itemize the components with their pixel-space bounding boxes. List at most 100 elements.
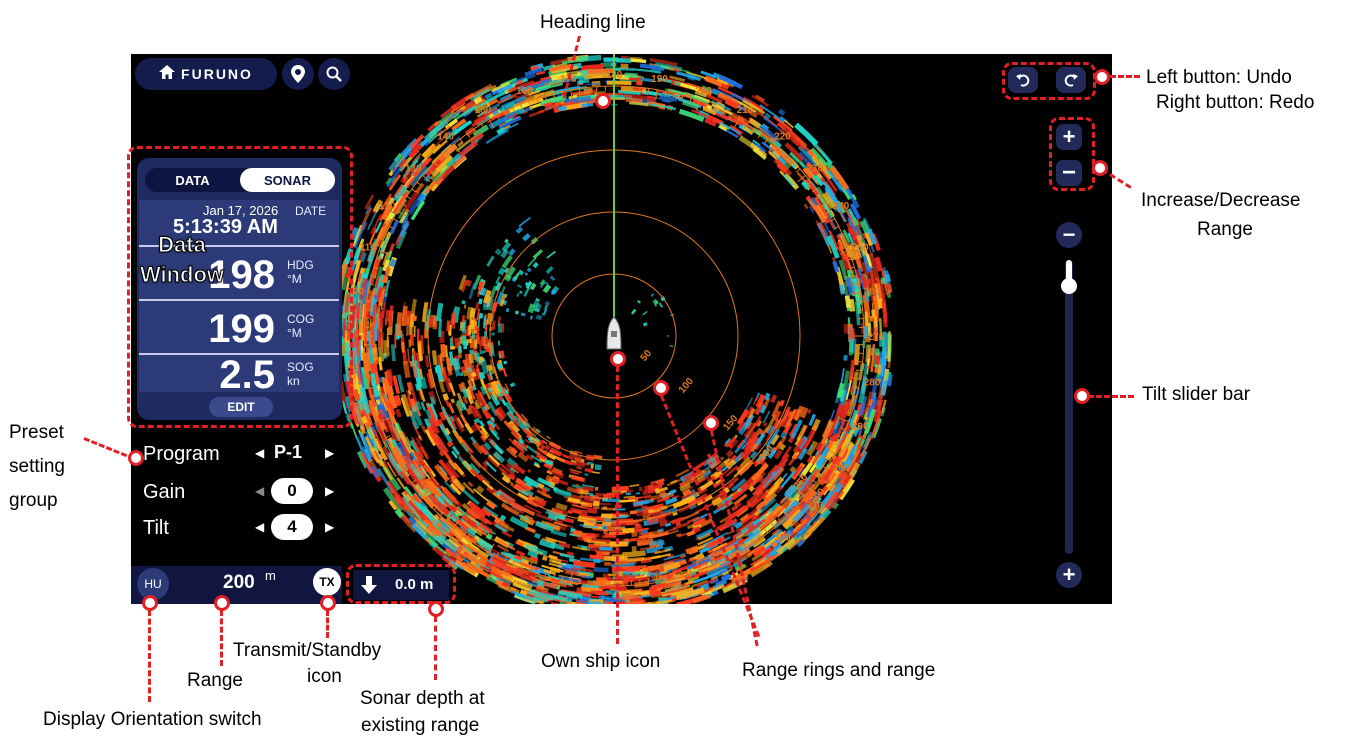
search-button[interactable] — [318, 58, 350, 90]
location-pin-button[interactable] — [282, 58, 314, 90]
echo-return — [442, 393, 450, 401]
leader-depth — [434, 616, 437, 680]
echo-return — [652, 298, 659, 305]
bearing-label: 320 — [774, 533, 791, 544]
annotation-undo: Left button: Undo — [1146, 67, 1292, 88]
leader-dot-range — [214, 595, 230, 611]
bearing-label: 260 — [864, 287, 881, 298]
echo-return — [402, 360, 411, 379]
echo-return — [658, 302, 664, 308]
bearing-tick — [647, 578, 650, 584]
echo-return — [602, 506, 608, 510]
echo-return — [594, 464, 602, 471]
echo-return — [463, 339, 468, 350]
echo-return — [637, 300, 641, 304]
echo-return — [643, 494, 652, 499]
tilt-right-arrow[interactable]: ▶ — [325, 520, 334, 534]
echo-return — [466, 338, 472, 344]
echo-return — [532, 261, 539, 269]
annotation-depth-2: existing range — [361, 715, 480, 736]
echo-return — [509, 382, 516, 388]
bearing-label: 240 — [833, 201, 850, 212]
preset-gain-row: Gain — [143, 478, 185, 506]
bearing-tick — [406, 195, 412, 200]
echo-return — [543, 304, 549, 310]
callout-box-depth — [346, 564, 456, 604]
echo-return — [770, 394, 778, 404]
annotation-own-ship: Own ship icon — [541, 651, 661, 672]
home-logo-pill[interactable]: FURUNO — [135, 58, 277, 90]
echo-return — [871, 309, 876, 318]
echo-return — [482, 336, 489, 350]
annotation-depth-1: Sonar depth at — [360, 688, 485, 709]
echo-return — [847, 317, 851, 325]
annotation-orientation: Display Orientation switch — [43, 709, 262, 730]
own-ship-icon[interactable] — [606, 316, 622, 350]
tilt-slider-handle[interactable] — [1061, 278, 1077, 294]
bearing-tick — [411, 188, 417, 193]
echo-return — [669, 345, 674, 348]
echo-return — [638, 486, 643, 492]
echo-return — [587, 492, 594, 496]
echo-return — [425, 355, 430, 368]
annotation-heading-line: Heading line — [540, 12, 646, 33]
echo-return — [473, 338, 478, 349]
annotation-preset-1: Preset — [9, 422, 64, 443]
gain-value[interactable]: 0 — [271, 478, 313, 504]
leader-own-ship — [616, 366, 619, 644]
echo-return — [360, 340, 364, 350]
echo-return — [719, 456, 725, 461]
echo-return — [545, 265, 554, 275]
echo-return — [594, 486, 599, 491]
gain-right-arrow[interactable]: ▶ — [325, 484, 334, 498]
leader-range — [220, 610, 223, 666]
callout-box-range — [1049, 117, 1095, 191]
echo-return — [641, 590, 650, 597]
echo-return — [478, 312, 484, 319]
echo-return — [527, 468, 532, 474]
echo-return — [606, 80, 632, 86]
echo-return — [420, 401, 426, 411]
bearing-tick — [365, 309, 371, 311]
bearing-label: 190 — [651, 74, 668, 85]
echo-return — [635, 492, 641, 495]
range-ring-label: 50 — [639, 348, 655, 364]
echo-return — [622, 527, 635, 534]
echo-return — [383, 340, 390, 357]
echo-return — [446, 320, 451, 332]
program-value: P-1 — [274, 442, 303, 462]
leader-dot-own-ship — [610, 351, 626, 367]
leader-dot-undo — [1094, 69, 1110, 85]
echo-return — [612, 485, 630, 492]
tilt-left-arrow[interactable]: ◀ — [255, 520, 264, 534]
echo-return — [450, 398, 455, 404]
tilt-slider-track[interactable] — [1065, 260, 1073, 554]
echo-return — [530, 315, 533, 320]
echo-return — [502, 367, 508, 377]
echo-return — [546, 435, 551, 440]
echo-return — [601, 596, 610, 600]
program-left-arrow[interactable]: ◀ — [255, 446, 264, 460]
preset-program-row: Program — [143, 440, 220, 468]
echo-return — [584, 473, 589, 477]
echo-return — [542, 283, 552, 294]
echo-return — [625, 492, 632, 496]
gain-left-arrow[interactable]: ◀ — [255, 484, 264, 498]
callout-box-data-window — [127, 146, 353, 428]
echo-return — [407, 348, 411, 363]
echo-return — [533, 532, 541, 539]
echo-return — [590, 547, 597, 552]
tilt-plus-button[interactable]: + — [1056, 562, 1082, 588]
bearing-label: 120 — [379, 201, 396, 212]
bearing-label: 130 — [405, 164, 422, 175]
bearing-label: 250 — [852, 242, 869, 253]
range-value: 200 — [223, 572, 255, 593]
echo-return — [497, 340, 501, 346]
echo-return — [643, 310, 648, 315]
transmit-standby-button[interactable]: TX — [313, 568, 341, 596]
echo-return — [413, 325, 416, 337]
tilt-value[interactable]: 4 — [271, 514, 313, 540]
tilt-minus-button[interactable]: − — [1056, 222, 1082, 248]
program-right-arrow[interactable]: ▶ — [325, 446, 334, 460]
annotation-preset-2: setting — [9, 456, 65, 477]
